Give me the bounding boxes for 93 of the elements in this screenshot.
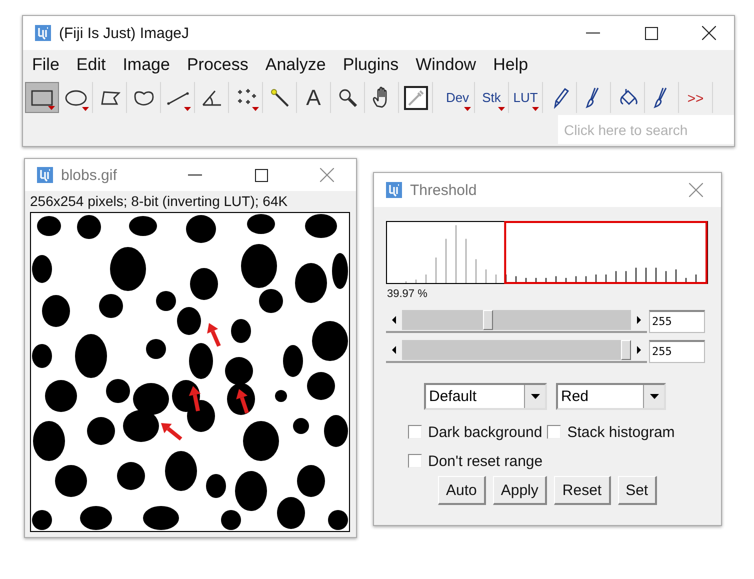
blob	[190, 268, 218, 300]
blob	[55, 465, 87, 497]
blob	[117, 462, 145, 490]
blob	[99, 294, 123, 318]
menu-indicator-icon	[82, 107, 89, 111]
app-icon	[35, 25, 51, 41]
blob	[37, 216, 61, 236]
minimize-icon[interactable]	[586, 32, 600, 34]
maximize-icon[interactable]	[644, 26, 658, 40]
slider-track[interactable]	[402, 340, 631, 360]
blob	[293, 418, 309, 434]
toolbar-button[interactable]: LUT	[509, 82, 543, 113]
window-title: Threshold	[410, 182, 478, 198]
more-tools-button[interactable]: >>	[679, 82, 713, 113]
menu-indicator-icon	[48, 106, 55, 110]
menu-item[interactable]: Help	[493, 55, 528, 75]
blob	[275, 390, 287, 402]
blob	[297, 465, 325, 497]
blob	[77, 215, 101, 239]
dialog-button[interactable]: Auto	[438, 476, 486, 505]
blob	[87, 417, 115, 445]
window-title: blobs.gif	[61, 166, 118, 184]
menu-item[interactable]: Image	[122, 55, 170, 75]
blob	[177, 307, 201, 335]
blob	[225, 357, 253, 385]
checkbox-label: Stack histogram	[567, 424, 675, 440]
slider-thumb[interactable]	[483, 310, 494, 330]
blob	[307, 372, 335, 400]
menu-indicator-icon	[464, 107, 471, 111]
blob	[129, 216, 157, 236]
dropdown[interactable]: Default	[424, 383, 547, 410]
blob	[123, 410, 159, 442]
menu-item[interactable]: Plugins	[342, 55, 399, 75]
arrow	[161, 423, 182, 441]
checkbox-label: Dark background	[428, 424, 542, 440]
blob	[187, 400, 215, 432]
rectangle-tool[interactable]	[25, 82, 59, 113]
menu-item[interactable]: Edit	[76, 55, 106, 75]
minimize-icon[interactable]	[188, 174, 202, 176]
blob	[231, 319, 251, 343]
menu-indicator-icon	[252, 107, 259, 111]
threshold-value-field[interactable]: 255	[649, 340, 705, 362]
text-tool[interactable]: A	[297, 82, 331, 113]
caret-icon	[650, 394, 658, 399]
app-icon	[37, 167, 53, 183]
window-title: (Fiji Is Just) ImageJ	[59, 24, 190, 42]
blob	[189, 343, 213, 379]
blob	[33, 421, 65, 461]
menu-item[interactable]: File	[32, 55, 60, 75]
blob	[186, 215, 216, 243]
app-icon	[386, 182, 402, 198]
dropper-icon	[404, 86, 428, 110]
arrow	[207, 323, 221, 347]
menu-indicator-icon	[532, 107, 539, 111]
menu-indicator-icon	[184, 107, 191, 111]
maximize-icon[interactable]	[254, 168, 268, 182]
slider-thumb[interactable]	[621, 340, 631, 360]
search-field[interactable]: Click here to search	[558, 115, 734, 144]
blob	[146, 339, 166, 359]
caret-icon	[530, 394, 540, 399]
percentage-label: 39.97 %	[387, 288, 428, 302]
slider-track[interactable]	[402, 310, 631, 330]
checkbox[interactable]	[408, 454, 422, 468]
blob	[165, 451, 197, 491]
blob	[277, 497, 305, 529]
blob	[206, 474, 226, 498]
menu-item[interactable]: Analyze	[265, 55, 326, 75]
menu-item[interactable]: Process	[186, 55, 248, 75]
blob	[45, 380, 77, 412]
checkbox-label: Don't reset range	[428, 452, 543, 470]
checkbox[interactable]	[547, 425, 562, 439]
blob	[243, 421, 279, 461]
image-info: 256x254 pixels; 8-bit (inverting LUT); 64K	[29, 192, 289, 211]
blob	[283, 345, 303, 377]
blob	[133, 383, 169, 415]
toolbar-button[interactable]: Dev	[441, 82, 475, 113]
arrow	[236, 389, 249, 414]
blob	[156, 291, 176, 311]
menu-indicator-icon	[498, 107, 505, 111]
dialog-button[interactable]: Set	[618, 476, 658, 505]
menu-item[interactable]: Window	[416, 55, 476, 75]
dialog-button[interactable]: Reset	[554, 476, 611, 505]
arrow	[188, 386, 201, 412]
blob	[227, 383, 255, 415]
close-icon[interactable]	[702, 26, 716, 40]
blob	[110, 247, 146, 291]
threshold-value-field[interactable]: 255	[649, 310, 705, 332]
dialog-button[interactable]: Apply	[492, 476, 548, 505]
blob	[42, 295, 70, 327]
dropdown[interactable]: Red	[556, 383, 666, 410]
toolbar-button[interactable]: Stk	[475, 82, 509, 113]
blob	[295, 263, 327, 303]
checkbox[interactable]	[408, 425, 422, 439]
